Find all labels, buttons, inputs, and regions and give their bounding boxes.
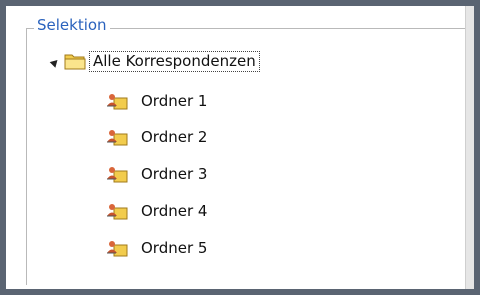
tree-item-label[interactable]: Ordner 3 — [141, 165, 207, 183]
user-folder-icon — [107, 167, 128, 183]
tree-item-label[interactable]: Ordner 2 — [141, 128, 207, 146]
tree-item-label[interactable]: Ordner 1 — [141, 92, 207, 110]
panel-right-edge — [465, 6, 474, 289]
tree-root-label[interactable]: Alle Korrespondenzen — [89, 51, 260, 72]
expand-collapse-icon[interactable] — [49, 57, 61, 68]
user-folder-icon — [107, 204, 128, 220]
selection-panel: Selektion Alle Korrespondenzen Ordner 1 — [6, 6, 474, 289]
user-folder-icon — [107, 241, 128, 257]
user-folder-icon — [107, 130, 128, 146]
tree-item-label[interactable]: Ordner 5 — [141, 239, 207, 257]
user-folder-icon — [107, 94, 128, 110]
folder-icon — [64, 54, 86, 70]
correspondence-tree[interactable]: Alle Korrespondenzen Ordner 1 Ordner 2 O… — [6, 6, 474, 289]
tree-item-label[interactable]: Ordner 4 — [141, 202, 207, 220]
